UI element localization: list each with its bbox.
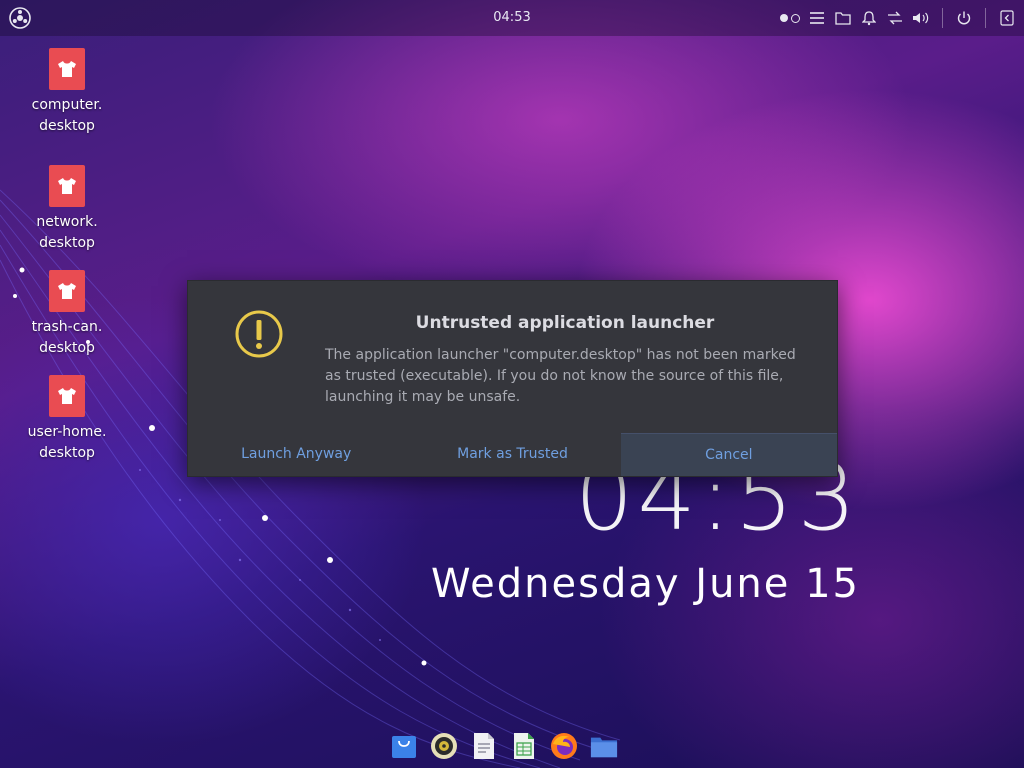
top-panel: 04:53 [0,0,1024,36]
shirt-icon [49,375,85,417]
shopping-bag-icon[interactable] [390,731,418,761]
spreadsheet-icon[interactable] [510,731,538,761]
network-icon[interactable] [886,9,904,27]
warning-icon [234,309,284,359]
volume-icon[interactable] [912,9,930,27]
desktop-icon-label: desktop [39,445,95,461]
notification-bell-icon[interactable] [860,9,878,27]
menu-icon[interactable] [808,9,826,27]
desktop-icon-user-home[interactable]: user-home. desktop [17,375,117,464]
launch-anyway-button[interactable]: Launch Anyway [188,433,404,475]
shirt-icon [49,165,85,207]
desktop-icon-label: network. [36,214,98,230]
files-folder-icon[interactable] [590,731,618,761]
desktop: 04:53 computer. desktop network. desktop… [0,0,1024,768]
desktop-icon-trash-can[interactable]: trash-can. desktop [17,270,117,359]
desktop-date: Wednesday June 15 [430,561,860,607]
desktop-icon-label: desktop [39,340,95,356]
shirt-icon [49,48,85,90]
shirt-icon [49,270,85,312]
untrusted-launcher-dialog: Untrusted application launcher The appli… [187,280,838,477]
desktop-icon-label: desktop [39,118,95,134]
desktop-icon-label: computer. [31,97,103,113]
dialog-title: Untrusted application launcher [415,313,715,333]
desktop-icon-network[interactable]: network. desktop [17,165,117,254]
desktop-icon-computer[interactable]: computer. desktop [17,48,117,137]
dialog-message: The application launcher "computer.deskt… [325,347,796,405]
desktop-icon-label: user-home. [27,424,107,440]
mark-as-trusted-button[interactable]: Mark as Trusted [404,433,620,475]
firefox-icon[interactable] [550,731,578,761]
collapse-panel-icon[interactable] [998,9,1016,27]
system-tray [780,8,1016,28]
cancel-button[interactable]: Cancel [620,433,837,476]
workspace-indicator[interactable] [780,13,800,23]
dock [390,728,618,764]
text-editor-icon[interactable] [470,731,498,761]
desktop-icon-label: desktop [39,235,95,251]
tray-divider [985,8,986,28]
music-player-icon[interactable] [430,731,458,761]
desktop-icon-label: trash-can. [31,319,103,335]
files-icon[interactable] [834,9,852,27]
power-icon[interactable] [955,9,973,27]
tray-divider [942,8,943,28]
dialog-actions: Launch Anyway Mark as Trusted Cancel [188,433,837,476]
